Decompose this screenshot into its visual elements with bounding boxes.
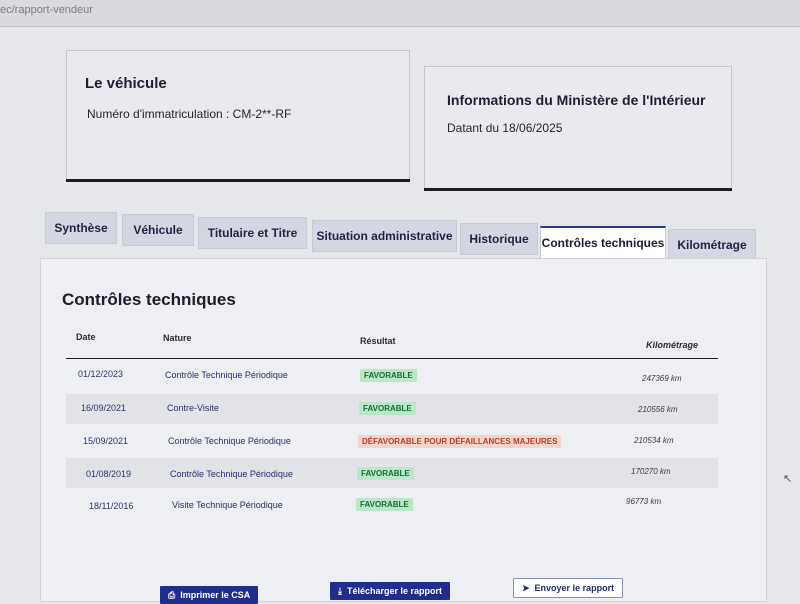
tab-situation-administrative[interactable]: Situation administrative	[312, 220, 457, 252]
status-badge: FAVORABLE	[359, 402, 416, 415]
row-nature: Contrôle Technique Périodique	[165, 370, 288, 380]
ministry-card: Informations du Ministère de l'Intérieur…	[424, 66, 732, 191]
row-km: 210534 km	[634, 436, 674, 445]
row-date: 01/08/2019	[86, 469, 132, 479]
table-header: Date Nature Résultat Kilométrage	[66, 322, 718, 359]
table-row: 18/11/2016 Visite Technique Périodique F…	[66, 490, 718, 520]
status-badge: FAVORABLE	[356, 498, 413, 511]
send-report-label: Envoyer le rapport	[534, 583, 615, 593]
tab-bar: Synthèse Véhicule Titulaire et Titre Sit…	[45, 212, 756, 261]
tab-titulaire-titre[interactable]: Titulaire et Titre	[198, 217, 307, 249]
print-csa-label: Imprimer le CSA	[180, 590, 251, 600]
print-csa-button[interactable]: ⎙ Imprimer le CSA	[160, 586, 259, 604]
row-date: 15/09/2021	[83, 436, 129, 446]
row-km: 247369 km	[642, 374, 682, 383]
row-date: 01/12/2023	[78, 369, 124, 379]
table-row: 15/09/2021 Contrôle Technique Périodique…	[66, 426, 718, 456]
row-nature: Contrôle Technique Périodique	[170, 469, 293, 479]
registration-number: Numéro d'immatriculation : CM-2**-RF	[87, 107, 292, 121]
status-badge: FAVORABLE	[360, 369, 417, 382]
row-km: 96773 km	[626, 497, 662, 506]
card-underline	[424, 188, 732, 191]
tab-historique[interactable]: Historique	[460, 223, 538, 255]
row-nature: Contrôle Technique Périodique	[168, 436, 291, 446]
status-badge: FAVORABLE	[357, 467, 414, 480]
download-report-label: Télécharger le rapport	[346, 586, 443, 596]
table-row: 01/12/2023 Contrôle Technique Périodique…	[66, 362, 718, 392]
header-resultat: Résultat	[360, 336, 396, 346]
tab-controles-techniques[interactable]: Contrôles techniques	[540, 226, 666, 259]
card-underline	[66, 179, 410, 182]
ministry-date: Datant du 18/06/2025	[447, 121, 563, 135]
send-report-button[interactable]: ➤ Envoyer le rapport	[513, 578, 624, 598]
row-km: 170270 km	[631, 467, 671, 476]
url-text: ec/rapport-vendeur	[0, 4, 93, 16]
tab-kilometrage[interactable]: Kilométrage	[668, 229, 756, 261]
vehicle-card-title: Le véhicule	[85, 75, 167, 92]
send-icon: ➤	[522, 583, 530, 593]
tab-synthese[interactable]: Synthèse	[45, 212, 117, 244]
row-date: 18/11/2016	[89, 501, 134, 511]
status-badge: DÉFAVORABLE POUR DÉFAILLANCES MAJEURES	[358, 435, 562, 448]
header-date: Date	[76, 332, 96, 342]
row-nature: Visite Technique Périodique	[172, 500, 283, 510]
section-title: Contrôles techniques	[62, 290, 236, 309]
browser-address-bar[interactable]: ec/rapport-vendeur	[0, 0, 800, 27]
printer-icon: ⎙	[168, 590, 176, 600]
ministry-card-title: Informations du Ministère de l'Intérieur	[447, 92, 706, 108]
mouse-cursor-icon: ↖	[783, 473, 793, 485]
table-row: 01/08/2019 Contrôle Technique Périodique…	[66, 458, 718, 488]
download-report-button[interactable]: ⤓ Télécharger le rapport	[330, 582, 451, 600]
vehicle-card: Le véhicule Numéro d'immatriculation : C…	[66, 50, 410, 182]
tab-vehicule[interactable]: Véhicule	[122, 214, 194, 246]
header-nature: Nature	[163, 333, 192, 343]
header-kilometrage: Kilométrage	[646, 340, 699, 350]
download-icon: ⤓	[338, 586, 342, 596]
row-nature: Contre-Visite	[167, 403, 219, 413]
row-date: 16/09/2021	[81, 403, 127, 413]
row-km: 210556 km	[638, 405, 678, 414]
table-row: 16/09/2021 Contre-Visite FAVORABLE 21055…	[66, 394, 718, 424]
